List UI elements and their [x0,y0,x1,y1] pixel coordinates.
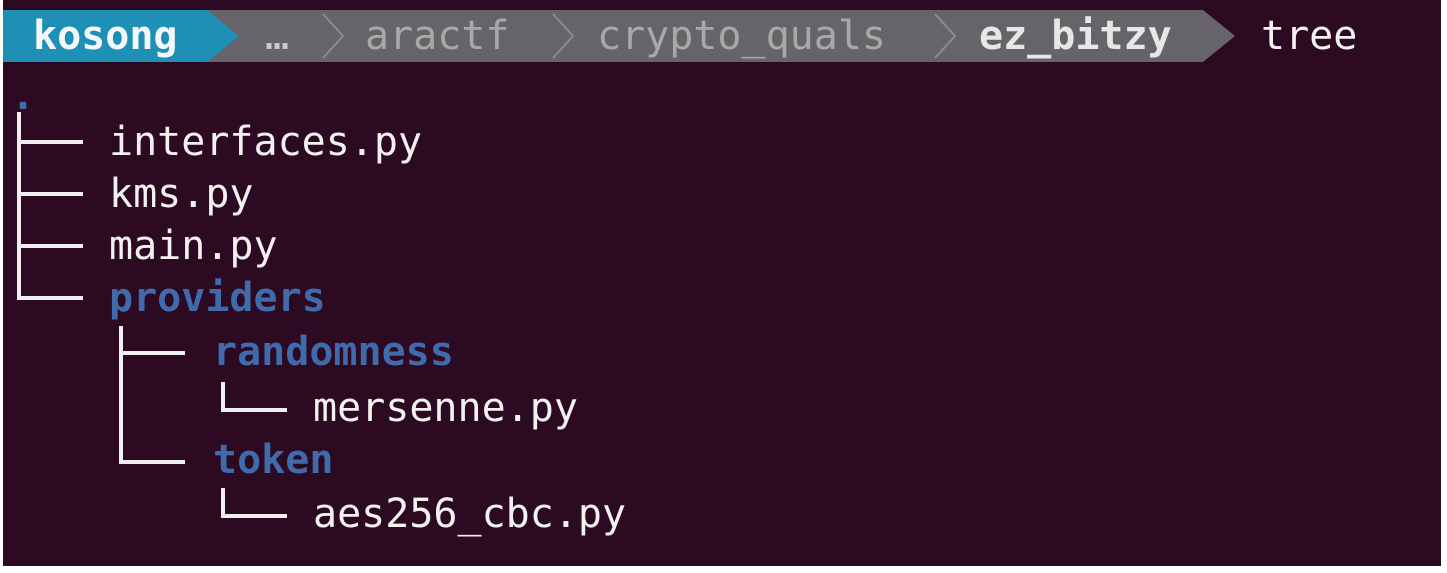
tree-connector-vertical [119,326,123,464]
tree-item-directory: randomness [213,329,454,375]
prompt-bar: kosong … aractf crypto_quals ez_bitzy tr… [3,10,1441,62]
prompt-path-segment: aractf [365,13,510,59]
tree-connector-branch [221,514,287,518]
tree-connector-branch [17,140,83,144]
prompt-ellipsis: … [265,13,290,59]
prompt-command: tree [1261,13,1358,59]
prompt-current-dir: ez_bitzy [979,13,1172,59]
tree-root: . [11,73,36,119]
prompt-user: kosong [33,13,178,59]
tree-item-file: kms.py [109,171,254,217]
tree-item-directory: token [213,437,334,483]
tree-connector-branch [17,296,83,300]
terminal-window: kosong … aractf crypto_quals ez_bitzy tr… [3,0,1441,566]
tree-item-file: main.py [109,223,278,269]
tree-item-file: interfaces.py [109,119,423,165]
tree-item-file: mersenne.py [313,385,578,431]
tree-connector-branch [119,351,185,355]
tree-item-directory: providers [109,275,326,321]
tree-connector-branch [221,408,287,412]
tree-connector-branch [17,244,83,248]
tree-connector-branch [17,192,83,196]
tree-connector-branch [119,460,185,464]
prompt-path-segment: crypto_quals [597,13,886,59]
tree-item-file: aes256_cbc.py [313,491,627,537]
